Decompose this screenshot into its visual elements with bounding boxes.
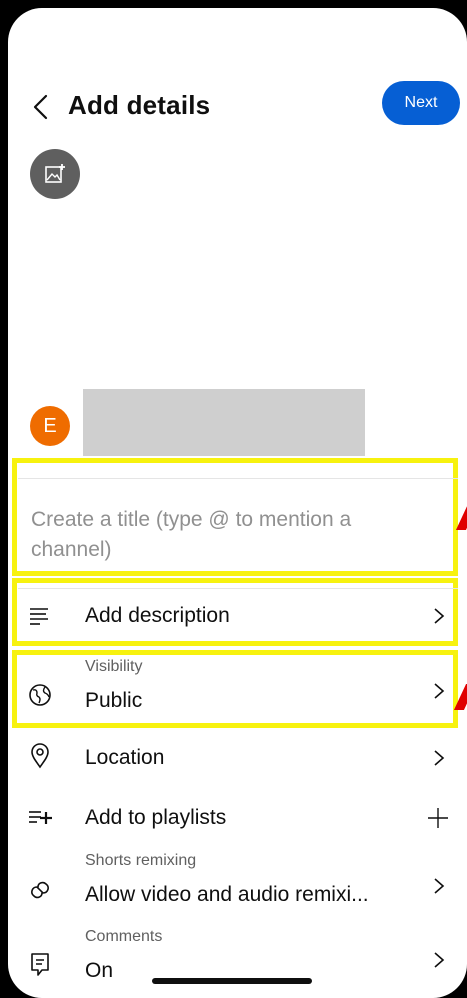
globe-icon xyxy=(29,684,51,706)
channel-name-redacted xyxy=(83,389,365,456)
add-description-label: Add description xyxy=(85,604,230,627)
shorts-remixing-value: Allow video and audio remixi... xyxy=(85,883,369,906)
add-to-playlists-label: Add to playlists xyxy=(85,806,227,829)
shorts-remixing-sublabel: Shorts remixing xyxy=(85,852,197,869)
page-title: Add details xyxy=(68,90,211,120)
comment-icon xyxy=(31,953,49,976)
shorts-remixing-row[interactable]: Shorts remixing Allow video and audio re… xyxy=(8,846,467,922)
divider xyxy=(18,478,458,479)
visibility-row[interactable]: Visibility Public xyxy=(8,653,467,727)
add-image-icon xyxy=(45,164,65,183)
add-description-row[interactable]: Add description xyxy=(8,582,467,646)
chevron-right-icon xyxy=(434,750,445,766)
chevron-right-icon xyxy=(434,878,445,894)
chevron-right-icon xyxy=(434,952,445,968)
back-arrow-icon[interactable] xyxy=(30,92,54,122)
next-button[interactable]: Next xyxy=(382,81,460,125)
playlist-add-icon xyxy=(29,811,52,824)
title-input[interactable]: Create a title (type @ to mention a chan… xyxy=(31,505,431,565)
location-pin-icon xyxy=(31,743,49,769)
description-lines-icon xyxy=(30,608,48,625)
comments-value: On xyxy=(85,959,114,982)
comments-sublabel: Comments xyxy=(85,928,163,945)
plus-icon[interactable] xyxy=(426,806,450,830)
add-thumbnail-button[interactable] xyxy=(30,149,80,199)
chevron-right-icon xyxy=(434,683,445,699)
visibility-sublabel: Visibility xyxy=(85,658,143,675)
device-frame: Add details Next E Create a title (type … xyxy=(0,0,467,998)
visibility-value: Public xyxy=(85,689,143,712)
comments-row[interactable]: Comments On xyxy=(8,922,467,996)
add-to-playlists-row[interactable]: Add to playlists xyxy=(8,790,467,846)
channel-avatar: E xyxy=(30,406,70,446)
location-row[interactable]: Location xyxy=(8,730,467,786)
chevron-right-icon xyxy=(434,608,445,624)
location-label: Location xyxy=(85,746,165,769)
remix-icon xyxy=(31,881,49,899)
screen: Add details Next E Create a title (type … xyxy=(8,8,467,998)
home-indicator[interactable] xyxy=(152,978,312,984)
